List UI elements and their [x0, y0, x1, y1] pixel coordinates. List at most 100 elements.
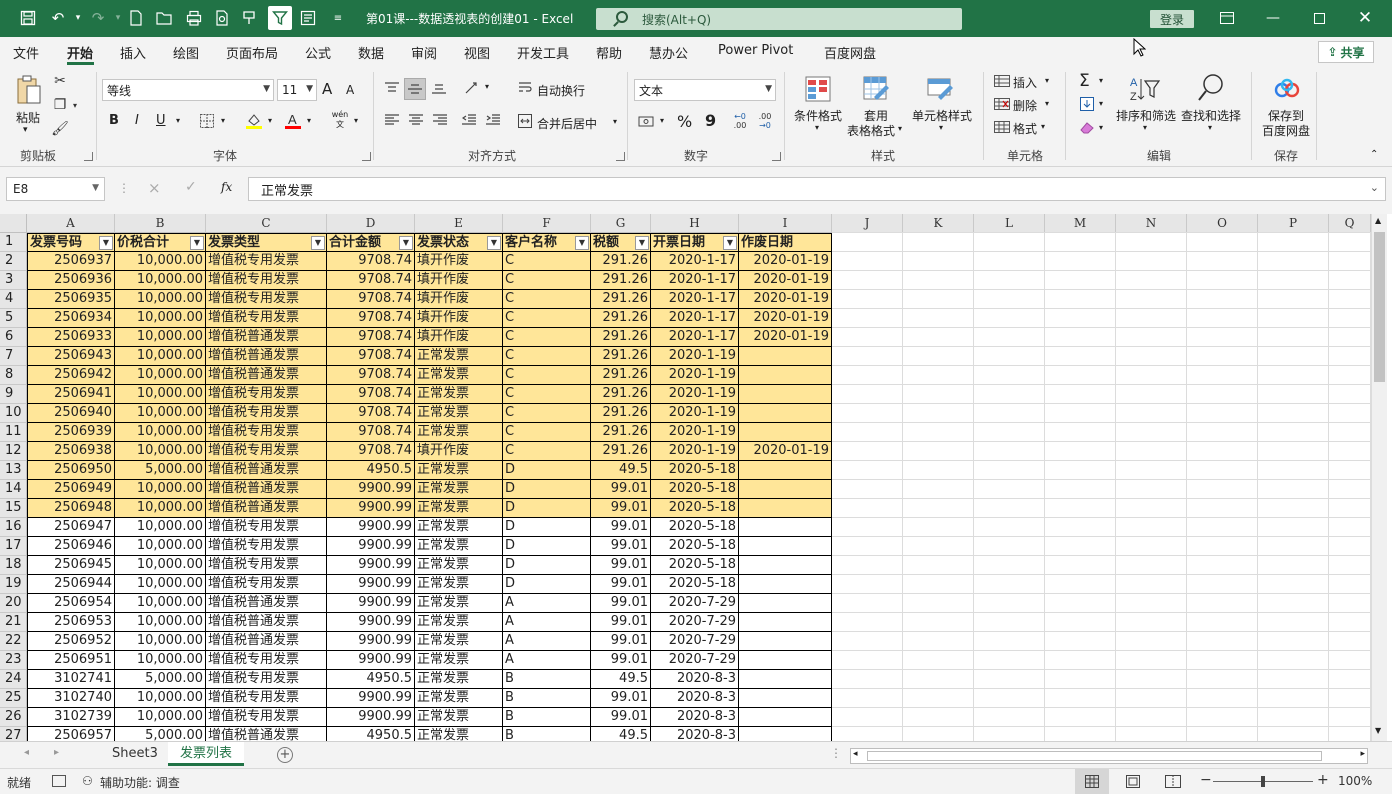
- number-launcher-icon[interactable]: [772, 152, 781, 161]
- search-input[interactable]: 搜索(Alt+Q): [596, 8, 962, 30]
- header-cell[interactable]: 发票号码 ▼: [27, 233, 115, 252]
- row-header[interactable]: 23: [0, 651, 27, 670]
- scroll-right-icon[interactable]: ▸: [1360, 749, 1365, 759]
- data-cell[interactable]: 5,000.00: [115, 727, 206, 741]
- data-cell[interactable]: [739, 385, 832, 404]
- scroll-down-icon[interactable]: ▼: [1375, 726, 1381, 735]
- close-icon[interactable]: ✕: [1350, 6, 1380, 30]
- italic-button[interactable]: I: [135, 113, 139, 128]
- data-cell[interactable]: 9900.99: [327, 518, 415, 537]
- formula-input[interactable]: 正常发票 ⌄: [248, 177, 1386, 201]
- row-header[interactable]: 9: [0, 385, 27, 404]
- column-header-g[interactable]: G: [591, 214, 651, 233]
- column-header-d[interactable]: D: [327, 214, 415, 233]
- data-cell[interactable]: 增值税专用发票: [206, 385, 327, 404]
- comma-style-button[interactable]: 9: [705, 111, 716, 130]
- data-cell[interactable]: 10,000.00: [115, 252, 206, 271]
- data-cell[interactable]: [739, 632, 832, 651]
- next-sheet-icon[interactable]: ▸: [54, 747, 59, 758]
- data-cell[interactable]: 填开作废: [415, 290, 503, 309]
- data-cell[interactable]: 2020-01-19: [739, 442, 832, 461]
- data-cell[interactable]: 10,000.00: [115, 575, 206, 594]
- data-cell[interactable]: 9708.74: [327, 423, 415, 442]
- data-cell[interactable]: 291.26: [591, 404, 651, 423]
- save-to-netdisk-label-2[interactable]: 百度网盘: [1262, 122, 1310, 139]
- column-header-o[interactable]: O: [1187, 214, 1258, 233]
- data-cell[interactable]: C: [503, 442, 591, 461]
- header-cell[interactable]: 发票状态 ▼: [415, 233, 503, 252]
- data-cell[interactable]: 10,000.00: [115, 328, 206, 347]
- font-name-select[interactable]: 等线 ▼: [102, 79, 274, 101]
- enter-icon[interactable]: ✓: [185, 179, 197, 195]
- data-cell[interactable]: C: [503, 328, 591, 347]
- insert-function-icon[interactable]: fx: [221, 180, 232, 194]
- data-cell[interactable]: 正常发票: [415, 670, 503, 689]
- data-cell[interactable]: 291.26: [591, 271, 651, 290]
- data-cell[interactable]: 2020-1-17: [651, 290, 739, 309]
- data-cell[interactable]: 增值税专用发票: [206, 442, 327, 461]
- data-cell[interactable]: 2020-1-19: [651, 404, 739, 423]
- data-cell[interactable]: [739, 613, 832, 632]
- data-cell[interactable]: 增值税普通发票: [206, 347, 327, 366]
- data-cell[interactable]: 2506938: [27, 442, 115, 461]
- data-cell[interactable]: [739, 594, 832, 613]
- sort-filter-button[interactable]: 排序和筛选: [1116, 107, 1176, 124]
- data-cell[interactable]: 增值税专用发票: [206, 518, 327, 537]
- column-header-j[interactable]: J: [832, 214, 903, 233]
- decrease-decimal-icon[interactable]: .00 →0: [754, 111, 776, 131]
- data-cell[interactable]: 49.5: [591, 727, 651, 741]
- minimize-icon[interactable]: —: [1258, 6, 1288, 30]
- ribbon-display-icon[interactable]: [1212, 6, 1242, 30]
- row-header[interactable]: 12: [0, 442, 27, 461]
- data-cell[interactable]: 2020-1-19: [651, 366, 739, 385]
- header-cell[interactable]: 发票类型 ▼: [206, 233, 327, 252]
- data-cell[interactable]: [739, 708, 832, 727]
- data-cell[interactable]: 增值税专用发票: [206, 556, 327, 575]
- data-cell[interactable]: 2020-1-19: [651, 347, 739, 366]
- data-cell[interactable]: 10,000.00: [115, 708, 206, 727]
- data-cell[interactable]: 9708.74: [327, 290, 415, 309]
- data-cell[interactable]: 2020-5-18: [651, 518, 739, 537]
- format-as-table-icon[interactable]: [862, 75, 892, 103]
- row-header[interactable]: 11: [0, 423, 27, 442]
- data-cell[interactable]: 增值税普通发票: [206, 594, 327, 613]
- data-cell[interactable]: 2020-01-19: [739, 328, 832, 347]
- borders-icon[interactable]: [198, 113, 216, 129]
- data-cell[interactable]: 10,000.00: [115, 309, 206, 328]
- accessibility-status[interactable]: 辅助功能: 调查: [100, 774, 180, 791]
- data-cell[interactable]: 2020-5-18: [651, 556, 739, 575]
- data-cell[interactable]: [739, 575, 832, 594]
- data-cell[interactable]: D: [503, 537, 591, 556]
- normal-view-button[interactable]: [1075, 769, 1109, 794]
- number-format-select[interactable]: 文本 ▼: [634, 79, 776, 101]
- sort-filter-icon[interactable]: AZ: [1128, 75, 1162, 103]
- data-cell[interactable]: C: [503, 252, 591, 271]
- format-table-dropdown-icon[interactable]: ▾: [898, 124, 902, 133]
- data-cell[interactable]: 291.26: [591, 385, 651, 404]
- data-cell[interactable]: [739, 556, 832, 575]
- align-center-icon[interactable]: [407, 111, 425, 129]
- data-cell[interactable]: 10,000.00: [115, 518, 206, 537]
- data-cell[interactable]: 正常发票: [415, 613, 503, 632]
- vertical-scrollbar[interactable]: ▲ ▼: [1371, 214, 1387, 741]
- row-header[interactable]: 22: [0, 632, 27, 651]
- row-header[interactable]: 15: [0, 499, 27, 518]
- column-header-e[interactable]: E: [415, 214, 503, 233]
- print-preview-icon[interactable]: [210, 6, 234, 30]
- conditional-dropdown-icon[interactable]: ▾: [815, 123, 819, 132]
- alignment-launcher-icon[interactable]: [616, 152, 625, 161]
- sheet-tab-invoice-list[interactable]: 发票列表: [168, 742, 245, 766]
- data-cell[interactable]: 2020-5-18: [651, 499, 739, 518]
- row-header[interactable]: 26: [0, 708, 27, 727]
- fill-down-icon[interactable]: [1079, 97, 1095, 111]
- column-header-b[interactable]: B: [115, 214, 206, 233]
- data-cell[interactable]: C: [503, 290, 591, 309]
- data-cell[interactable]: D: [503, 518, 591, 537]
- zoom-slider[interactable]: [1213, 776, 1313, 787]
- filter-dropdown-icon[interactable]: ▼: [99, 236, 113, 250]
- increase-indent-icon[interactable]: [484, 111, 502, 129]
- data-cell[interactable]: 2020-7-29: [651, 632, 739, 651]
- data-cell[interactable]: 99.01: [591, 575, 651, 594]
- row-header[interactable]: 21: [0, 613, 27, 632]
- column-header-k[interactable]: K: [903, 214, 974, 233]
